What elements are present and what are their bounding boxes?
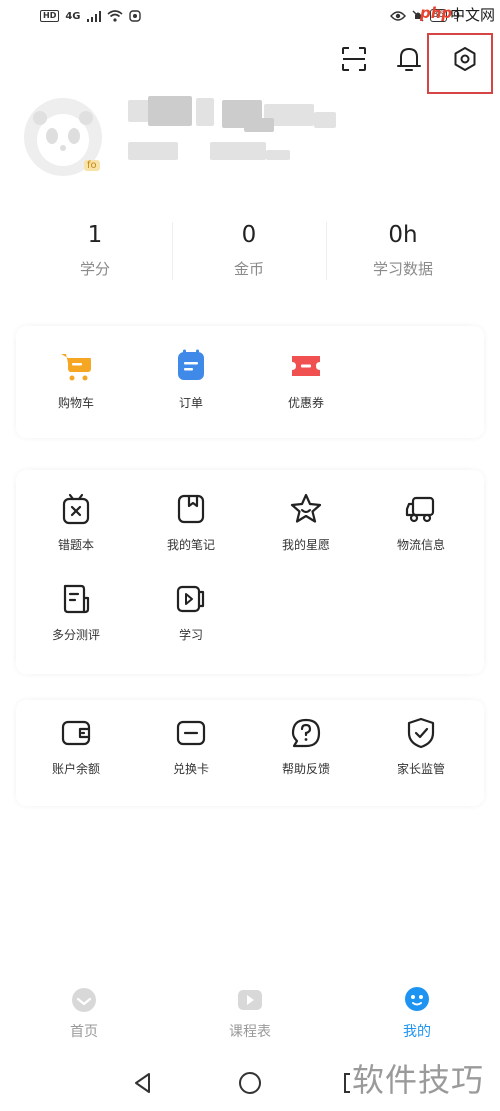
account-balance-button[interactable]: 账户余额 xyxy=(18,716,134,777)
order-button[interactable]: 订单 xyxy=(133,348,249,411)
star-wish-button[interactable]: 我的星愿 xyxy=(248,492,364,553)
stat-value: 0 xyxy=(241,222,257,248)
schedule-icon xyxy=(238,990,262,1010)
scan-icon[interactable] xyxy=(339,44,369,74)
stat-value: 1 xyxy=(87,222,103,248)
notes-icon xyxy=(177,494,205,524)
bell-icon[interactable] xyxy=(394,44,424,74)
study-card: 错题本 我的笔记 我的星愿 物流信息 多分测评 学习 xyxy=(16,470,484,674)
help-feedback-button[interactable]: 帮助反馈 xyxy=(248,716,364,777)
stat-label: 学习数据 xyxy=(372,260,433,278)
grid-label: 账户余额 xyxy=(51,762,100,776)
stat-divider xyxy=(326,222,327,280)
coupon-icon xyxy=(292,356,320,376)
wallet-icon xyxy=(61,720,91,746)
study-button[interactable]: 学习 xyxy=(133,582,249,643)
coupon-button[interactable]: 优惠券 xyxy=(248,348,364,411)
grid-label: 我的星愿 xyxy=(281,538,330,552)
grid-label: 多分测评 xyxy=(51,628,100,642)
grid-label: 购物车 xyxy=(57,396,94,410)
notification-app-icon xyxy=(128,10,141,22)
stat-value: 0h xyxy=(388,222,418,248)
home-button-icon[interactable] xyxy=(237,1070,263,1096)
truck-icon xyxy=(405,496,435,523)
grid-label: 优惠券 xyxy=(287,396,324,410)
assessment-icon xyxy=(63,584,90,614)
grid-label: 我的笔记 xyxy=(166,538,215,552)
profile-icon xyxy=(405,987,429,1011)
nav-mine[interactable]: 我的 xyxy=(357,985,477,1041)
notes-button[interactable]: 我的笔记 xyxy=(133,492,249,553)
stat-divider xyxy=(172,222,173,280)
signal-bars-icon xyxy=(86,10,101,22)
eye-icon xyxy=(389,10,406,21)
watermark-site: 中文网 xyxy=(450,6,496,24)
watermark-php: php xyxy=(420,4,453,22)
assessment-button[interactable]: 多分测评 xyxy=(18,582,134,643)
stat-label: 金币 xyxy=(233,260,264,278)
logistics-button[interactable]: 物流信息 xyxy=(363,492,479,553)
wifi-icon xyxy=(106,10,123,22)
grid-label: 订单 xyxy=(178,396,203,410)
back-icon[interactable] xyxy=(130,1070,156,1096)
stat-label: 学分 xyxy=(79,260,110,278)
mistake-book-button[interactable]: 错题本 xyxy=(18,492,134,553)
mistake-book-icon xyxy=(62,493,90,525)
stat-study-data[interactable]: 0h 学习数据 xyxy=(328,218,478,279)
grid-label: 家长监管 xyxy=(396,762,445,776)
shopping-cart-button[interactable]: 购物车 xyxy=(18,348,134,411)
card-icon xyxy=(176,720,206,746)
hd-badge: HD xyxy=(40,10,60,22)
parental-control-button[interactable]: 家长监管 xyxy=(363,716,479,777)
shopping-cart-icon xyxy=(61,354,91,381)
watermark-bottom: 软件技巧 xyxy=(352,1061,485,1099)
nav-label: 我的 xyxy=(403,1024,431,1040)
level-badge: fo xyxy=(84,160,100,171)
nav-label: 首页 xyxy=(70,1024,98,1040)
status-left: HD 4G xyxy=(40,10,141,22)
study-video-icon xyxy=(176,585,205,613)
stat-coins[interactable]: 0 金币 xyxy=(174,218,324,279)
signal-label: 4G xyxy=(65,10,81,22)
home-icon xyxy=(72,988,96,1012)
nav-schedule[interactable]: 课程表 xyxy=(190,985,310,1041)
stat-credits[interactable]: 1 学分 xyxy=(20,218,170,279)
bottom-nav: 首页 课程表 我的 xyxy=(0,985,500,1055)
star-wish-icon xyxy=(290,493,322,523)
order-icon xyxy=(178,349,204,380)
help-icon xyxy=(291,718,321,748)
redeem-card-button[interactable]: 兑换卡 xyxy=(133,716,249,777)
nav-label: 课程表 xyxy=(229,1024,271,1040)
grid-label: 错题本 xyxy=(57,538,94,552)
shop-card: 购物车 订单 优惠券 xyxy=(16,326,484,438)
grid-label: 兑换卡 xyxy=(172,762,209,776)
settings-icon[interactable] xyxy=(450,44,480,74)
nav-home[interactable]: 首页 xyxy=(24,985,144,1041)
grid-label: 学习 xyxy=(178,628,203,642)
grid-label: 帮助反馈 xyxy=(281,762,330,776)
services-card: 账户余额 兑换卡 帮助反馈 家长监管 xyxy=(16,700,484,806)
shield-icon xyxy=(407,717,435,749)
grid-label: 物流信息 xyxy=(396,538,445,552)
